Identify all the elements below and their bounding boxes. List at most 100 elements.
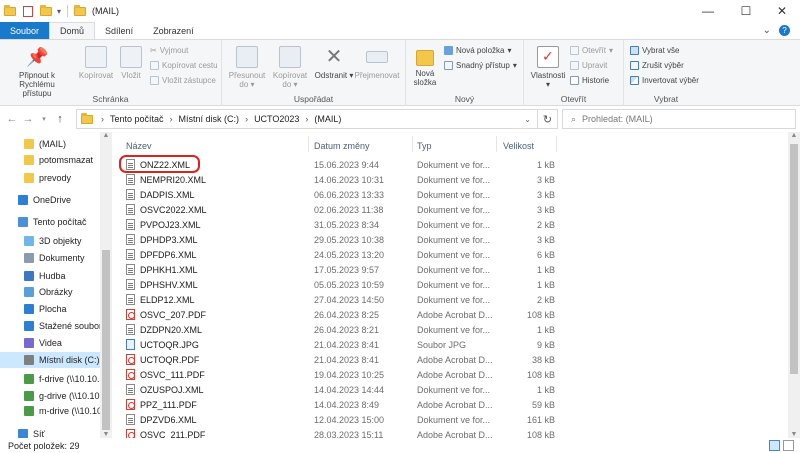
up-arrow-icon[interactable]: ↑ — [52, 113, 68, 125]
minimize-button[interactable]: — — [690, 0, 726, 22]
nav-item[interactable]: Dokumenty — [0, 250, 100, 266]
scrollbar-thumb[interactable] — [790, 144, 798, 374]
chevron-down-icon[interactable]: ⌄ — [763, 25, 771, 36]
scrollbar-thumb[interactable] — [102, 250, 110, 430]
large-icons-view-icon[interactable] — [783, 440, 794, 451]
chevron-down-icon[interactable]: ▾ — [57, 7, 61, 16]
maximize-button[interactable]: ☐ — [728, 0, 764, 22]
invert-selection-button[interactable]: Invertovat výběr — [630, 76, 699, 85]
easy-access-button[interactable]: Snadný přístup ▾ — [444, 61, 517, 70]
file-list-scrollbar[interactable]: ▲ ▼ — [788, 132, 800, 438]
file-row[interactable]: DZDPN20.XML 26.04.2023 8:21 Dokument ve fo… — [118, 322, 558, 337]
file-row[interactable]: UCTOQR.PDF 21.04.2023 8:41 Adobe Acrobat D… — [118, 352, 558, 367]
nav-item[interactable]: OneDrive — [0, 192, 100, 208]
select-all-button[interactable]: Vybrat vše — [630, 46, 680, 55]
breadcrumb-item[interactable]: (MAIL) — [314, 114, 341, 124]
search-input[interactable]: ⌕ Prohledat: (MAIL) — [562, 109, 796, 129]
nav-item[interactable]: Místní disk (C:) — [0, 352, 100, 368]
pin-quick-access-button[interactable]: 📌 Připnout k Rychlému přístupu — [4, 46, 70, 98]
file-row[interactable]: NEMPRI20.XML 14.06.2023 10:31 Dokument ve … — [118, 172, 558, 187]
file-row[interactable]: DPZVD6.XML 12.04.2023 15:00 Dokument ve fo… — [118, 412, 558, 427]
file-type: Dokument ve for... — [417, 219, 491, 230]
network-drive-icon — [24, 406, 34, 416]
nav-item[interactable]: m-drive (\\10.10. — [0, 403, 100, 419]
tab-file[interactable]: Soubor — [0, 22, 50, 39]
properties-button[interactable]: ✓ Vlastnosti ▾ — [528, 46, 568, 89]
copy-button[interactable]: Kopírovat — [76, 46, 116, 80]
open-button[interactable]: Otevřít ▾ — [570, 46, 613, 55]
file-row[interactable]: PVPOJ23.XML 31.05.2023 8:34 Dokument ve fo… — [118, 217, 558, 232]
breadcrumb-item[interactable]: Místní disk (C:) — [179, 114, 240, 124]
column-divider[interactable] — [496, 136, 497, 152]
file-row[interactable]: OSVC_211.PDF 28.03.2023 15:11 Adobe Acroba… — [118, 427, 558, 438]
nav-item[interactable]: Obrázky — [0, 284, 100, 300]
scroll-up-icon[interactable]: ▲ — [100, 132, 112, 139]
file-row[interactable]: PPZ_111.PDF 14.04.2023 8:49 Adobe Acrobat … — [118, 397, 558, 412]
cut-button[interactable]: ✂ Vyjmout — [150, 46, 188, 55]
column-divider[interactable] — [308, 136, 309, 152]
nav-item[interactable]: f-drive (\\10.10.1 — [0, 371, 100, 387]
nav-item[interactable]: 3D objekty — [0, 233, 100, 249]
move-to-button[interactable]: Přesunout do ▾ — [226, 46, 268, 89]
nav-item[interactable]: Plocha — [0, 301, 100, 317]
new-item-button[interactable]: Nová položka ▾ — [444, 46, 512, 55]
nav-item[interactable]: potomsmazat — [0, 152, 100, 168]
nav-item[interactable]: Videa — [0, 335, 100, 351]
paste-shortcut-button[interactable]: Vložit zástupce — [150, 76, 216, 85]
select-none-button[interactable]: Zrušit výběr — [630, 61, 684, 70]
breadcrumb-item[interactable]: UCTO2023 — [254, 114, 299, 124]
file-row[interactable]: OSVC2022.XML 02.06.2023 11:38 Dokument ve … — [118, 202, 558, 217]
nav-item[interactable]: (MAIL) — [0, 136, 100, 152]
tab-share[interactable]: Sdílení — [95, 22, 143, 39]
breadcrumb-item[interactable]: Tento počítač — [110, 114, 164, 124]
file-row[interactable]: ELDP12.XML 27.04.2023 14:50 Dokument ve fo… — [118, 292, 558, 307]
column-divider[interactable] — [412, 136, 413, 152]
rename-button[interactable]: Přejmenovat — [352, 46, 402, 80]
tab-home[interactable]: Domů — [49, 22, 96, 39]
nav-item[interactable]: Síť — [0, 426, 100, 438]
column-divider[interactable] — [556, 136, 557, 152]
properties-icon[interactable] — [23, 5, 33, 17]
column-header-name[interactable]: Název — [126, 138, 152, 154]
nav-item[interactable]: Hudba — [0, 268, 100, 284]
column-header-date[interactable]: Datum změny — [314, 138, 370, 154]
back-arrow-icon[interactable]: ← — [4, 113, 20, 125]
refresh-button[interactable]: ↻ — [538, 109, 558, 129]
scroll-down-icon[interactable]: ▼ — [788, 431, 800, 438]
forward-arrow-icon[interactable]: → — [20, 113, 36, 125]
new-folder-icon[interactable] — [40, 4, 52, 16]
copy-path-button[interactable]: Kopírovat cestu — [150, 61, 218, 70]
file-row[interactable]: DPHDP3.XML 29.05.2023 10:38 Dokument ve fo… — [118, 232, 558, 247]
column-header-type[interactable]: Typ — [417, 138, 432, 154]
column-header-size[interactable]: Velikost — [503, 138, 534, 154]
file-row[interactable]: DPHSHV.XML 05.05.2023 10:59 Dokument ve fo… — [118, 277, 558, 292]
file-row[interactable]: OZUSPOJ.XML 14.04.2023 14:44 Dokument ve f… — [118, 382, 558, 397]
nav-item[interactable]: Tento počítač — [0, 214, 100, 230]
close-button[interactable]: ✕ — [764, 0, 800, 22]
paste-button[interactable]: Vložit — [116, 46, 146, 80]
scroll-down-icon[interactable]: ▼ — [100, 431, 112, 438]
history-button[interactable]: Historie — [570, 76, 609, 85]
nav-scrollbar[interactable]: ▲ ▼ — [100, 132, 112, 438]
chevron-down-icon[interactable]: ⌄ — [524, 115, 531, 124]
file-row[interactable]: OSVC_207.PDF 26.04.2023 8:25 Adobe Acrobat… — [118, 307, 558, 322]
recent-locations-icon[interactable]: ▾ — [36, 115, 52, 123]
new-folder-button[interactable]: Nová složka — [410, 46, 440, 87]
details-view-icon[interactable] — [769, 440, 780, 451]
scroll-up-icon[interactable]: ▲ — [788, 132, 800, 139]
file-row[interactable]: UCTOQR.JPG 21.04.2023 8:41 Soubor JPG 9 kB — [118, 337, 558, 352]
delete-button[interactable]: ✕ Odstranit ▾ — [314, 46, 354, 80]
file-row[interactable]: OSVC_111.PDF 19.04.2023 10:25 Adobe Acroba… — [118, 367, 558, 382]
tab-view[interactable]: Zobrazení — [143, 22, 204, 39]
file-row[interactable]: DPFDP6.XML 24.05.2023 13:20 Dokument ve fo… — [118, 247, 558, 262]
copy-to-button[interactable]: Kopírovat do ▾ — [268, 46, 312, 89]
nav-item[interactable]: prevody — [0, 170, 100, 186]
edit-button[interactable]: Upravit — [570, 61, 607, 70]
nav-item[interactable]: g-drive (\\10.10.1 — [0, 388, 100, 404]
help-icon[interactable]: ? — [779, 25, 790, 36]
file-date: 05.05.2023 10:59 — [314, 279, 385, 290]
nav-item[interactable]: Stažené soubory — [0, 318, 100, 334]
file-row[interactable]: DPHKH1.XML 17.05.2023 9:57 Dokument ve for… — [118, 262, 558, 277]
file-row[interactable]: DADPIS.XML 06.06.2023 13:33 Dokument ve fo… — [118, 187, 558, 202]
address-box[interactable]: › Tento počítač › Místní disk (C:) › UCT… — [76, 109, 538, 129]
